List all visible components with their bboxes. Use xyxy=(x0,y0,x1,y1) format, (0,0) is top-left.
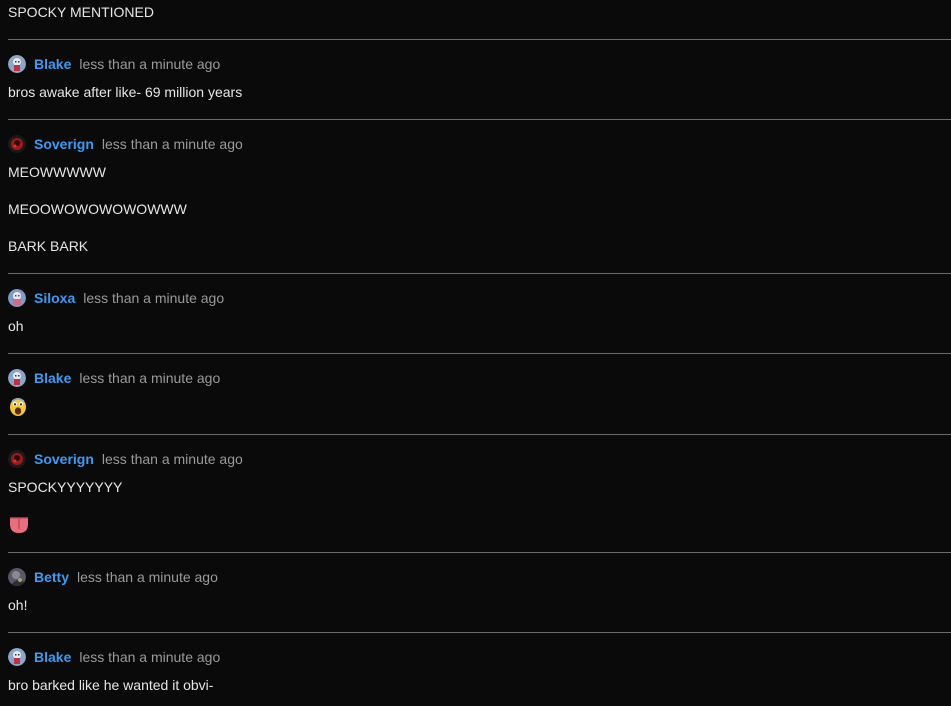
timestamp: less than a minute ago xyxy=(79,370,221,386)
avatar[interactable] xyxy=(8,55,26,73)
message-text: bros awake after like- 69 million years xyxy=(8,84,243,100)
avatar[interactable] xyxy=(8,289,26,307)
message-header: Betty less than a minute ago xyxy=(8,567,218,587)
message-text: bro barked like he wanted it obvi- xyxy=(8,677,214,693)
timestamp: less than a minute ago xyxy=(101,451,243,467)
username[interactable]: Soverign xyxy=(34,451,94,467)
timestamp: less than a minute ago xyxy=(77,569,218,585)
timestamp: less than a minute ago xyxy=(101,136,243,152)
username[interactable]: Blake xyxy=(34,56,71,72)
username[interactable]: Soverign xyxy=(34,136,94,152)
timestamp: less than a minute ago xyxy=(83,290,225,306)
message-header: Soverign less than a minute ago xyxy=(8,134,243,154)
avatar[interactable] xyxy=(8,135,26,153)
username[interactable]: Betty xyxy=(34,569,69,585)
username[interactable]: Siloxa xyxy=(34,290,75,306)
divider xyxy=(8,119,951,120)
username[interactable]: Blake xyxy=(34,649,71,665)
message-text: MEOWWWWW xyxy=(8,164,106,180)
divider xyxy=(8,552,951,553)
message-header: Siloxa less than a minute ago xyxy=(8,288,224,308)
avatar[interactable] xyxy=(8,369,26,387)
avatar[interactable] xyxy=(8,450,26,468)
timestamp: less than a minute ago xyxy=(79,649,221,665)
message-header: Blake less than a minute ago xyxy=(8,647,220,667)
message-header: Blake less than a minute ago xyxy=(8,54,220,74)
message-text: BARK BARK xyxy=(8,238,89,254)
chat-feed: SPOCKY MENTIONED Blake less than a minut… xyxy=(0,0,951,706)
message-text: oh! xyxy=(8,597,28,613)
divider xyxy=(8,353,951,354)
username[interactable]: Blake xyxy=(34,370,71,386)
timestamp: less than a minute ago xyxy=(79,56,221,72)
fearful-face-emoji xyxy=(8,397,28,417)
message-text: MEOOWOWOWOWOWWW xyxy=(8,201,187,217)
divider xyxy=(8,273,951,274)
message-text: oh xyxy=(8,318,24,334)
divider xyxy=(8,434,951,435)
message-header: Soverign less than a minute ago xyxy=(8,449,243,469)
tongue-emoji xyxy=(8,515,28,535)
message-header: Blake less than a minute ago xyxy=(8,368,220,388)
avatar[interactable] xyxy=(8,568,26,586)
avatar[interactable] xyxy=(8,648,26,666)
message-text: SPOCKY MENTIONED xyxy=(8,4,154,20)
divider xyxy=(8,39,951,40)
divider xyxy=(8,632,951,633)
message-text: SPOCKYYYYYYY xyxy=(8,479,123,495)
